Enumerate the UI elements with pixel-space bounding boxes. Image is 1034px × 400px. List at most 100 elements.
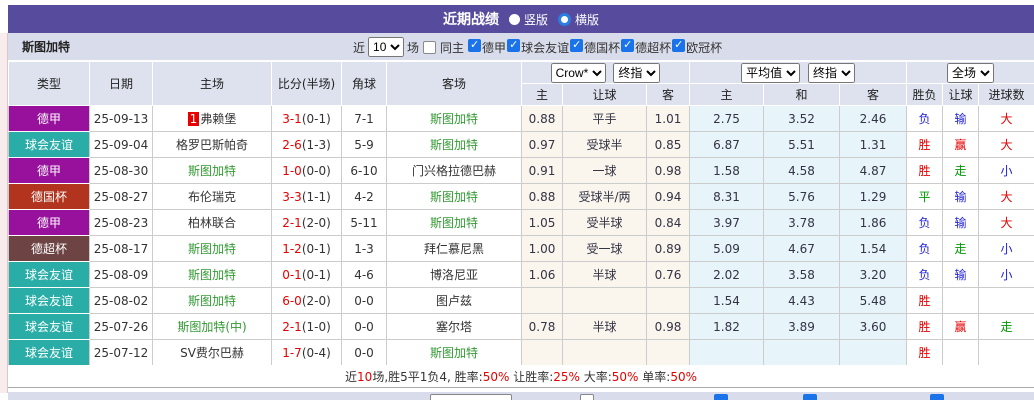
league-checkbox[interactable]: [468, 38, 482, 52]
odds-handicap: 半球: [562, 261, 647, 288]
corners-cell: 0-0: [341, 339, 387, 366]
result-group-header: 全场: [906, 61, 1034, 84]
odds-away: [645, 287, 691, 314]
rank-badge: 1: [187, 112, 200, 126]
average-select[interactable]: 平均值: [741, 62, 801, 83]
result-goals: 大: [978, 131, 1034, 158]
summary-text: 近10场,胜5平1负4, 胜率:50% 让胜率:25% 大率:50% 单率:50…: [345, 369, 697, 384]
away-team: 斯图加特: [386, 105, 522, 132]
avg-away: [839, 339, 908, 366]
corners-cell: 7-1: [341, 105, 387, 132]
avg-away: 1.54: [839, 235, 908, 262]
table-row: 球会友谊 25-08-09 斯图加特 0-1(0-1) 4-6 博洛尼亚 1.06 半球 0.7…: [8, 261, 1034, 288]
scope-select[interactable]: 全场: [947, 62, 995, 83]
odds-away: [645, 339, 691, 366]
home-team: 1 弗赖堡: [152, 105, 272, 132]
left-gutter: [0, 33, 8, 393]
match-date: 25-08-27: [89, 183, 153, 210]
avg-draw: 5.51: [763, 131, 841, 158]
filters: 近 10 场 同主 德甲球会友谊德国杯德超杯欧冠杯: [353, 33, 722, 61]
odds-handicap: 平手: [562, 105, 647, 132]
league-checkbox[interactable]: [507, 38, 521, 52]
league-checkbox[interactable]: [570, 38, 584, 52]
result-goals: 走: [978, 313, 1034, 340]
next-section-cutoff: [8, 392, 1034, 400]
avg-home: 1.58: [689, 157, 765, 184]
league-badge: 德甲: [8, 209, 90, 236]
result-wdl: 胜: [906, 287, 944, 314]
layout-radio-horizontal[interactable]: 横版: [558, 11, 599, 28]
avg-home: 3.97: [689, 209, 765, 236]
score-cell: 2-1(2-0): [271, 209, 342, 236]
avg-home: 2.75: [689, 105, 765, 132]
avg-home: 2.02: [689, 261, 765, 288]
result-handicap: 赢: [942, 131, 980, 158]
league-badge: 球会友谊: [8, 131, 90, 158]
score-cell: 1-2(0-1): [271, 235, 342, 262]
avg-group-header: 平均值 终指: [689, 61, 908, 84]
avg-draw: 4.43: [763, 287, 841, 314]
result-handicap: 输: [942, 261, 980, 288]
league-badge: 球会友谊: [8, 313, 90, 340]
result-handicap: [942, 287, 980, 314]
avg-away: 3.60: [839, 313, 908, 340]
result-goals: 小: [978, 261, 1034, 288]
odds-time-select[interactable]: 终指: [613, 62, 661, 83]
league-badge: 球会友谊: [8, 287, 90, 314]
same-home-checkbox[interactable]: [423, 40, 437, 54]
score-cell: 6-0(2-0): [271, 287, 342, 314]
cutoff-checkbox-blue[interactable]: [803, 394, 817, 400]
result-goals: [978, 287, 1034, 314]
odds-away: 0.94: [645, 183, 691, 210]
home-team: 布伦瑞克: [152, 183, 272, 210]
cutoff-checkbox[interactable]: [580, 394, 594, 400]
avg-away: 5.48: [839, 287, 908, 314]
corners-cell: 4-6: [341, 261, 387, 288]
odds-away: 0.98: [645, 157, 691, 184]
away-team: 门兴格拉德巴赫: [386, 157, 522, 184]
home-team: 斯图加特: [152, 157, 272, 184]
layout-radio-vertical[interactable]: 竖版: [508, 11, 548, 28]
recent-count-select[interactable]: 10: [368, 37, 405, 57]
league-checkbox[interactable]: [621, 38, 635, 52]
corners-cell: 0-0: [341, 287, 387, 314]
sub-avg-draw: 和: [763, 83, 841, 106]
cutoff-checkbox-blue[interactable]: [714, 394, 728, 400]
sub-odds-home: 主: [521, 83, 563, 106]
odds-home: 0.91: [521, 157, 563, 184]
odds-away: 0.76: [645, 261, 691, 288]
avg-home: 1.82: [689, 313, 765, 340]
avg-draw: 5.76: [763, 183, 841, 210]
result-wdl: 负: [906, 105, 944, 132]
away-team: 博洛尼亚: [386, 261, 522, 288]
league-label: 德国杯: [584, 40, 621, 55]
result-goals: 大: [978, 183, 1034, 210]
odds-away: 1.01: [645, 105, 691, 132]
corners-cell: 5-11: [341, 209, 387, 236]
league-checkbox[interactable]: [672, 38, 686, 52]
cutoff-checkbox-blue[interactable]: [930, 394, 944, 400]
odds-away: 0.85: [645, 131, 691, 158]
odds-away: 0.84: [645, 209, 691, 236]
result-goals: 大: [978, 209, 1034, 236]
radio-horizontal-label: 横版: [575, 12, 600, 27]
avg-time-select[interactable]: 终指: [807, 62, 855, 83]
cutoff-select[interactable]: [430, 394, 512, 400]
away-team: 斯图加特: [386, 131, 522, 158]
odds-home: 0.88: [521, 105, 563, 132]
home-team: 斯图加特: [152, 287, 272, 314]
col-date: 日期: [89, 61, 153, 106]
away-team: 斯图加特: [386, 183, 522, 210]
odds-home: 1.06: [521, 261, 563, 288]
bookmaker-select[interactable]: Crow*: [550, 62, 606, 83]
sub-odds-away: 客: [645, 83, 691, 106]
avg-draw: 3.78: [763, 209, 841, 236]
away-team: 塞尔塔: [386, 313, 522, 340]
result-wdl: 胜: [906, 339, 944, 366]
result-handicap: [942, 339, 980, 366]
odds-handicap: [562, 339, 647, 366]
home-team: 斯图加特: [152, 261, 272, 288]
odds-handicap: 受球半: [562, 131, 647, 158]
odds-handicap: 半球: [562, 313, 647, 340]
league-badge: 德甲: [8, 105, 90, 132]
